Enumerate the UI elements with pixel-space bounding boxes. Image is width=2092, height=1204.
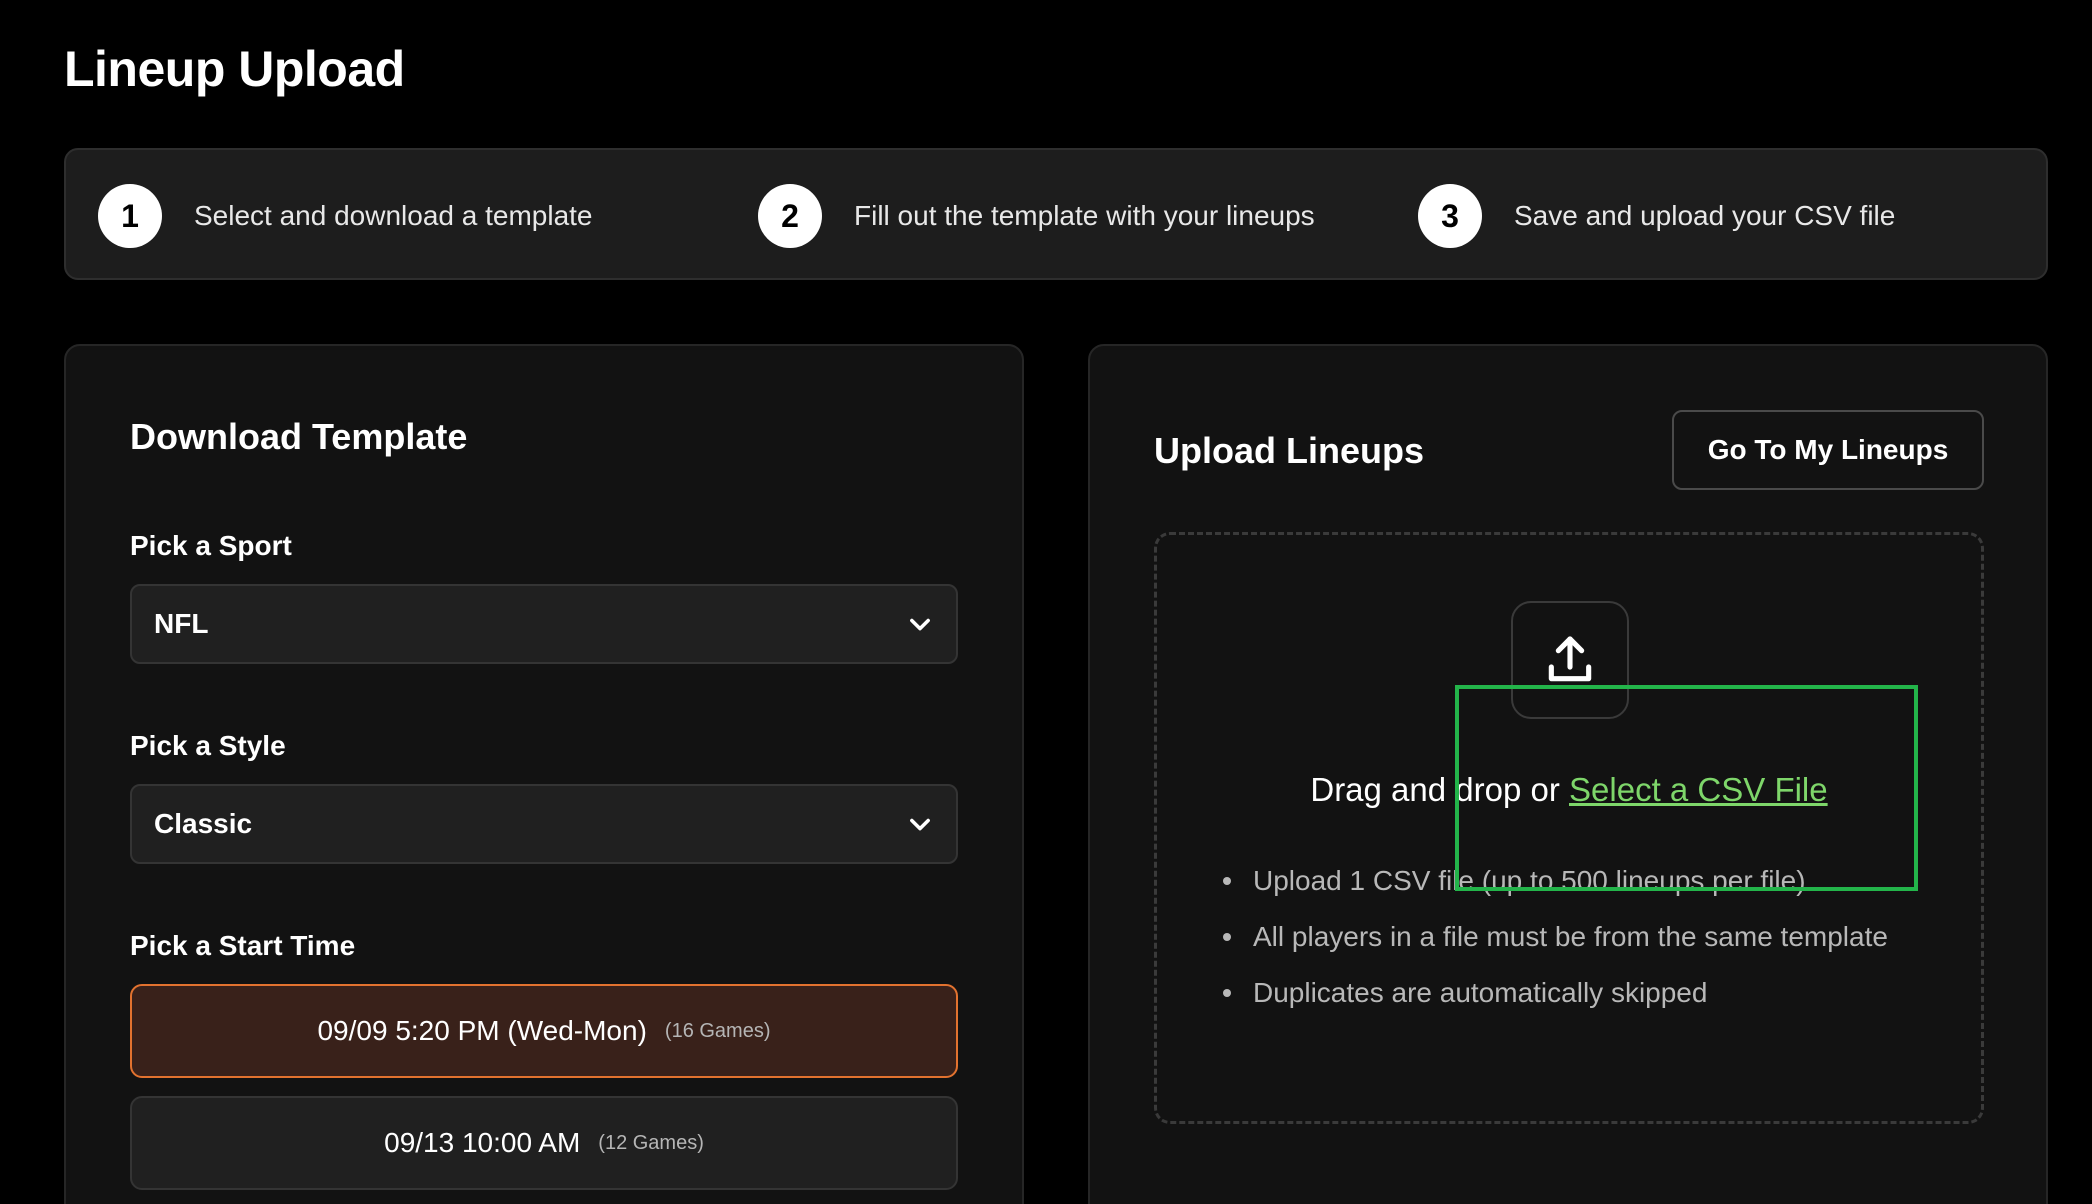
upload-rules-list: Upload 1 CSV file (up to 500 lineups per… bbox=[1221, 861, 1901, 1029]
style-select[interactable]: Classic bbox=[130, 784, 958, 864]
lineup-upload-page: Lineup Upload 1 Select and download a te… bbox=[0, 0, 2092, 1204]
step-text: Fill out the template with your lineups bbox=[854, 200, 1315, 231]
start-time-option[interactable]: 09/13 10:00 AM (12 Games) bbox=[130, 1096, 958, 1190]
step-3: 3 Save and upload your CSV file bbox=[1418, 184, 1895, 248]
upload-icon bbox=[1548, 636, 1592, 682]
upload-lineups-card: Upload Lineups Go To My Lineups Drag and… bbox=[1088, 344, 2048, 1204]
style-label: Pick a Style bbox=[130, 730, 286, 761]
start-time-label-text: 09/09 5:20 PM (Wed-Mon) bbox=[317, 1015, 647, 1046]
sport-label: Pick a Sport bbox=[130, 530, 292, 561]
csv-dropzone[interactable]: Drag and drop or Select a CSV File Uploa… bbox=[1154, 532, 1984, 1124]
select-csv-file-link[interactable]: Select a CSV File bbox=[1569, 771, 1828, 808]
style-select-value: Classic bbox=[154, 808, 253, 839]
upload-icon-button[interactable] bbox=[1511, 601, 1629, 719]
drag-drop-text: Drag and drop or Select a CSV File bbox=[1157, 771, 1981, 809]
start-time-games: (12 Games) bbox=[598, 1131, 704, 1154]
start-time-option-selected[interactable]: 09/09 5:20 PM (Wed-Mon) (16 Games) bbox=[130, 984, 958, 1078]
step-1: 1 Select and download a template bbox=[98, 184, 593, 248]
list-item: All players in a file must be from the s… bbox=[1221, 917, 1901, 957]
sport-select[interactable]: NFL bbox=[130, 584, 958, 664]
chevron-down-icon bbox=[910, 618, 930, 631]
step-number: 2 bbox=[758, 184, 822, 248]
step-text: Select and download a template bbox=[194, 200, 593, 231]
steps-bar: 1 Select and download a template 2 Fill … bbox=[64, 148, 2048, 280]
drag-drop-label: Drag and drop or bbox=[1310, 771, 1560, 808]
start-time-label-text: 09/13 10:00 AM bbox=[384, 1127, 581, 1158]
go-to-my-lineups-button[interactable]: Go To My Lineups bbox=[1672, 410, 1984, 490]
upload-lineups-title: Upload Lineups bbox=[1154, 430, 1424, 471]
sport-select-value: NFL bbox=[154, 608, 209, 639]
start-time-games: (16 Games) bbox=[664, 1019, 771, 1042]
list-item: Upload 1 CSV file (up to 500 lineups per… bbox=[1221, 861, 1901, 901]
step-number: 3 bbox=[1418, 184, 1482, 248]
download-template-card: Download Template Pick a Sport NFL Pick … bbox=[64, 344, 1024, 1204]
step-number: 1 bbox=[98, 184, 162, 248]
download-template-title: Download Template bbox=[130, 416, 468, 457]
page-title: Lineup Upload bbox=[64, 41, 405, 97]
start-time-label: Pick a Start Time bbox=[130, 930, 356, 961]
chevron-down-icon bbox=[910, 818, 930, 831]
step-2: 2 Fill out the template with your lineup… bbox=[758, 184, 1315, 248]
step-text: Save and upload your CSV file bbox=[1514, 200, 1896, 231]
list-item: Duplicates are automatically skipped bbox=[1221, 973, 1901, 1013]
